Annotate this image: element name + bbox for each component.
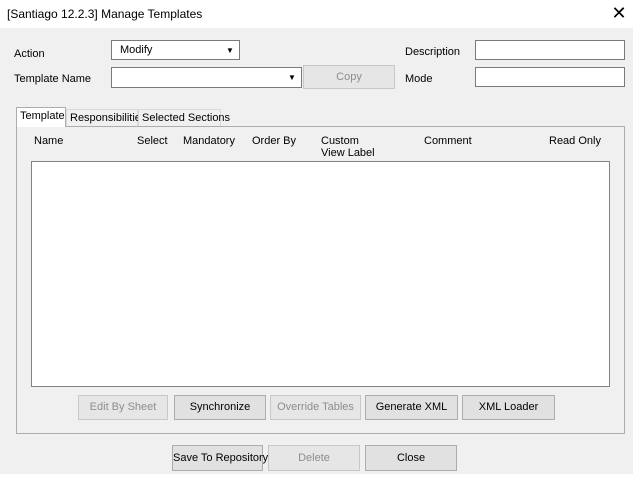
action-value: Modify [120, 44, 153, 56]
column-header-comment: Comment [424, 135, 472, 147]
template-grid[interactable] [31, 161, 610, 387]
description-field[interactable] [475, 40, 625, 60]
description-label: Description [405, 46, 461, 58]
save-to-repository-button[interactable]: Save To Repository [172, 445, 268, 471]
column-header-mandatory: Mandatory [183, 135, 235, 147]
column-header-read-only: Read Only [549, 135, 601, 147]
generate-xml-button[interactable]: Generate XML [365, 395, 458, 420]
column-header-select: Select [137, 135, 168, 147]
bottom-strip [0, 474, 633, 482]
window-title: [Santiago 12.2.3] Manage Templates [7, 7, 203, 21]
synchronize-button[interactable]: Synchronize [174, 395, 266, 420]
mode-label: Mode [405, 73, 433, 85]
column-header-custom-view-label: Custom View Label [321, 135, 375, 159]
template-name-label: Template Name [14, 73, 92, 85]
tab-selected-sections[interactable]: Selected Sections [138, 109, 230, 126]
tab-template[interactable]: Template [16, 107, 66, 127]
column-header-order-by: Order By [252, 135, 297, 147]
edit-by-sheet-button[interactable]: Edit By Sheet [78, 395, 168, 420]
action-dropdown[interactable]: Modify ▼ [111, 40, 240, 60]
override-tables-button[interactable]: Override Tables [270, 395, 361, 420]
chevron-down-icon[interactable]: ▼ [223, 43, 237, 58]
template-name-dropdown[interactable]: ▼ [111, 67, 302, 88]
delete-button[interactable]: Delete [268, 445, 360, 471]
action-label: Action [14, 48, 45, 60]
chevron-down-icon[interactable]: ▼ [285, 70, 299, 85]
tab-responsibilities[interactable]: Responsibilities [66, 109, 146, 126]
copy-button[interactable]: Copy [303, 65, 395, 89]
close-icon[interactable]: ✕ [608, 2, 630, 24]
close-button[interactable]: Close [365, 445, 457, 471]
mode-field[interactable] [475, 67, 625, 87]
column-header-name: Name [34, 135, 64, 147]
xml-loader-button[interactable]: XML Loader [462, 395, 555, 420]
